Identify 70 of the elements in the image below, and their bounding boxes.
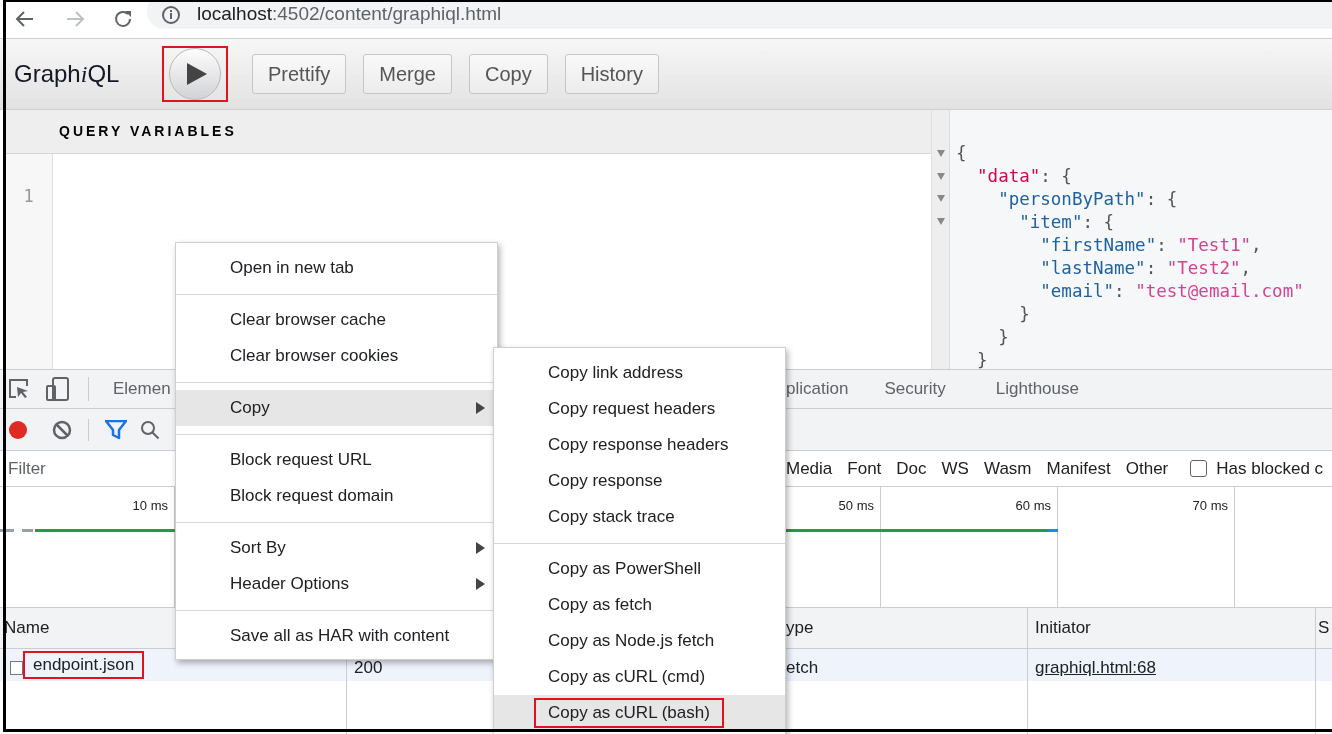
tick-label: 70 ms [1192,497,1228,515]
menu-item[interactable]: Copy response headers [494,427,785,463]
inspect-icon[interactable] [8,378,30,400]
type-filter[interactable]: Doc [896,455,927,482]
menu-item[interactable]: Copy as cURL (bash) [494,695,785,731]
menu-item[interactable]: Copy as PowerShell [494,551,785,587]
table-cell: endpoint.json [23,651,145,679]
code-line: } [1018,303,1031,326]
menu-item[interactable]: Clear browser cookies [176,338,497,374]
record-icon[interactable] [9,420,27,439]
url-text: localhost:4502/content/graphiql.html [197,3,502,25]
tick-label: 10 ms [132,497,168,515]
panel-title: QUERY VARIABLES [59,122,237,141]
tick-label: 60 ms [1015,497,1051,515]
tick-label: 50 ms [838,497,874,515]
search-icon[interactable] [140,419,160,440]
line-number: 1 [23,185,34,208]
code-line: } [976,349,989,372]
code-line: "lastName": "Test2", [1039,257,1253,280]
devtools-tab[interactable]: Security [884,376,946,402]
code-line: "item": { [1018,211,1116,234]
column-header[interactable]: S [1318,615,1330,641]
filter-icon[interactable] [105,419,127,440]
file-icon [10,661,23,675]
table-cell-text: etch [786,657,819,680]
table-cell-text: 200 [354,657,383,680]
type-filter[interactable]: Font [847,455,882,482]
fold-arrow-icon[interactable] [936,172,945,180]
type-filter[interactable]: WS [941,455,969,482]
code-line: } [997,326,1010,349]
toolbar-button[interactable]: History [564,54,659,94]
app-title: GraphiQL [14,59,121,89]
toolbar-button[interactable]: Merge [363,54,452,94]
menu-item[interactable]: Open in new tab [176,250,497,286]
info-icon[interactable] [161,5,181,25]
code-line: "data": { [976,165,1073,188]
fold-arrow-icon[interactable] [936,195,945,203]
menu-item[interactable]: Copy response [494,463,785,499]
initiator-link[interactable]: graphiql.html:68 [1035,655,1156,681]
clear-icon[interactable] [52,419,72,440]
type-filter[interactable]: Media [786,455,833,482]
type-filter[interactable]: Other [1125,455,1169,482]
fold-arrow-icon[interactable] [936,149,945,157]
code-line: "firstName": "Test1", [1039,234,1263,257]
type-filter[interactable]: Wasm [983,455,1032,482]
code-line: { [956,142,968,165]
column-header[interactable]: Initiator [1035,615,1091,641]
type-filter[interactable]: Manifest [1046,455,1111,482]
checkbox-label: Has blocked c [1216,457,1324,480]
code-line: "email": "test@email.com" [1039,280,1304,303]
checkbox[interactable] [1190,460,1208,477]
code-line: "personByPath": { [997,188,1179,211]
menu-item[interactable]: Copy as Node.js fetch [494,623,785,659]
devtools-tab[interactable]: Elemen [113,376,171,402]
devtools-tab[interactable]: Lighthouse [995,376,1079,402]
toolbar-button[interactable]: Prettify [252,54,347,94]
column-header[interactable]: ype [786,615,814,641]
menu-item[interactable]: Copy as cURL (cmd) [494,659,785,695]
address-bar[interactable]: localhost:4502/content/graphiql.html [147,0,1332,29]
menu-item[interactable]: Copy link address [494,355,785,391]
device-toggle-icon[interactable] [46,377,70,401]
menu-item[interactable]: Clear browser cache [176,302,497,338]
menu-item[interactable]: Copy stack trace [494,499,785,535]
menu-item[interactable]: Copy request headers [494,391,785,427]
toolbar-button[interactable]: Copy [468,54,548,94]
run-button[interactable] [169,48,221,100]
play-icon [186,63,207,85]
fold-arrow-icon[interactable] [936,217,945,225]
devtools-tab[interactable]: plication [786,376,849,402]
menu-item[interactable]: Copy as fetch [494,587,785,623]
